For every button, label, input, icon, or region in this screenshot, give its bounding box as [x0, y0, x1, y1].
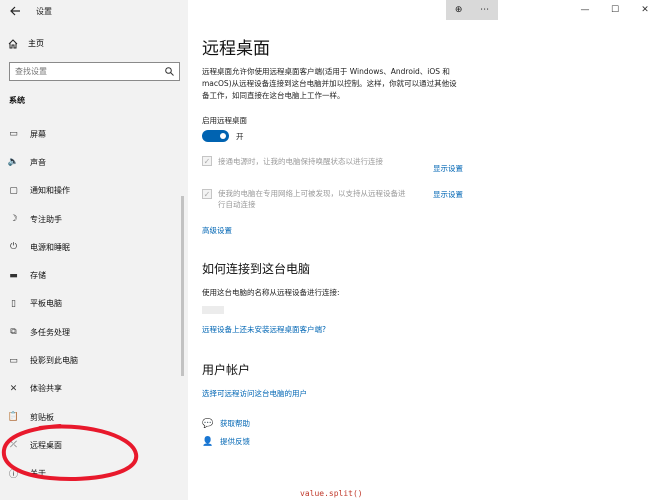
monitor-icon: ▭ [9, 129, 18, 140]
search-box[interactable] [9, 62, 180, 81]
section-title: 系统 [9, 96, 25, 105]
feedback-link[interactable]: 提供反馈 [220, 436, 250, 447]
keep-awake-label: 接通电源时，让我的电脑保持唤醒状态以进行连接 [218, 157, 383, 166]
sidebar-item-multitasking[interactable]: ⧉ 多任务处理 [0, 318, 188, 346]
toggle-state-label: 开 [236, 132, 244, 141]
select-users-link[interactable]: 选择可远程访问这台电脑的用户 [202, 388, 307, 399]
sidebar-item-label: 声音 [30, 157, 46, 167]
sidebar-item-focus-assist[interactable]: ☽ 专注助手 [0, 205, 188, 233]
get-help-row[interactable]: 💬 获取帮助 [202, 418, 250, 429]
home-icon [8, 38, 18, 48]
sidebar-item-label: 关于 [30, 469, 46, 479]
titlebar-left: 设置 [0, 0, 188, 22]
advanced-settings-link[interactable]: 高级设置 [202, 225, 232, 236]
sidebar-item-display[interactable]: ▭ 屏幕 [0, 120, 188, 148]
sidebar-item-label: 投影到此电脑 [30, 356, 78, 366]
sidebar-scrollbar[interactable] [181, 196, 184, 376]
close-button[interactable]: ✕ [630, 0, 660, 20]
minimize-button[interactable]: — [570, 0, 600, 20]
maximize-button[interactable]: ☐ [600, 0, 630, 20]
feedback-row[interactable]: 👤 提供反馈 [202, 436, 250, 447]
keep-awake-checkbox[interactable]: ✓ [202, 156, 212, 166]
page-title: 远程桌面 [202, 39, 270, 59]
pc-name-value [202, 306, 224, 314]
sidebar-item-label: 存储 [30, 271, 46, 281]
sidebar-item-sound[interactable]: 🔈 声音 [0, 148, 188, 176]
multitask-icon: ⧉ [10, 327, 17, 338]
sidebar-item-label: 剪贴板 [30, 412, 54, 422]
remote-desktop-toggle[interactable] [202, 130, 229, 142]
discoverable-checkbox[interactable]: ✓ [202, 189, 212, 199]
clipboard-icon: 📋 [7, 412, 20, 423]
chat-help-icon: 💬 [202, 418, 214, 429]
projector-icon: ▭ [9, 355, 18, 366]
app-title: 设置 [36, 6, 52, 16]
background-code-fragment: value.split() [300, 489, 363, 498]
sidebar-item-about[interactable]: ⓘ 关于 [0, 460, 188, 488]
power-icon: ⏻ [9, 242, 18, 253]
sidebar-item-label: 体验共享 [30, 384, 62, 394]
sidebar-item-shared-experiences[interactable]: ✕ 体验共享 [0, 375, 188, 403]
zoom-toolbar: ⊕ ⋯ [446, 0, 498, 20]
storage-icon: ▬ [9, 270, 18, 281]
sidebar-item-label: 电源和睡眠 [30, 242, 70, 252]
back-arrow-icon[interactable] [8, 4, 22, 18]
sidebar-item-label: 平板电脑 [30, 299, 62, 309]
search-icon[interactable] [165, 67, 174, 76]
sidebar-item-power[interactable]: ⏻ 电源和睡眠 [0, 233, 188, 261]
remote-desktop-icon: ⤫ [9, 440, 18, 451]
sidebar-item-clipboard[interactable]: 📋 剪贴板 [0, 403, 188, 431]
share-icon: ✕ [9, 383, 18, 394]
sidebar-item-home-label: 主页 [28, 39, 44, 48]
sidebar: 设置 主页 系统 ▭ 屏幕 🔈 声音 ▢ 通知和操作 ☽ 专注助手 ⏻ 电源和睡眠 ▬ 存储… [0, 0, 188, 500]
main-panel: ⊕ ⋯ — ☐ ✕ 远程桌面 远程桌面允许你使用远程桌面客户端(适用于 Wind… [188, 0, 660, 500]
zoom-icon[interactable]: ⊕ [455, 5, 463, 15]
sidebar-nav: ▭ 屏幕 🔈 声音 ▢ 通知和操作 ☽ 专注助手 ⏻ 电源和睡眠 ▬ 存储 ▯ 平板电脑 ⧉ 多… [0, 120, 188, 488]
sidebar-item-tablet[interactable]: ▯ 平板电脑 [0, 290, 188, 318]
discoverable-label-line2: 行自动连接 [218, 200, 256, 209]
tablet-icon: ▯ [11, 298, 16, 309]
sidebar-item-label: 专注助手 [30, 214, 62, 224]
sidebar-item-label: 通知和操作 [30, 186, 70, 196]
sidebar-item-label: 远程桌面 [30, 440, 62, 450]
sidebar-item-projecting[interactable]: ▭ 投影到此电脑 [0, 346, 188, 374]
sidebar-item-label: 多任务处理 [30, 327, 70, 337]
discoverable-label-line1: 使我的电脑在专用网络上可被发现，以支持从远程设备进 [218, 189, 406, 198]
search-input[interactable] [15, 67, 165, 76]
connect-heading: 如何连接到这台电脑 [202, 262, 311, 276]
sidebar-item-notifications[interactable]: ▢ 通知和操作 [0, 177, 188, 205]
connect-description: 使用这台电脑的名称从远程设备进行连接: [202, 288, 340, 297]
feedback-icon: 👤 [202, 436, 214, 447]
no-client-link[interactable]: 远程设备上还未安装远程桌面客户端? [202, 324, 326, 335]
speaker-icon: 🔈 [7, 157, 20, 168]
sidebar-item-home[interactable]: 主页 [8, 38, 44, 49]
sidebar-item-label: 屏幕 [30, 129, 46, 139]
enable-label: 启用远程桌面 [202, 116, 247, 125]
sidebar-item-remote-desktop[interactable]: ⤫ 远程桌面 [0, 431, 188, 459]
more-icon[interactable]: ⋯ [480, 5, 489, 15]
sidebar-item-storage[interactable]: ▬ 存储 [0, 261, 188, 289]
info-icon: ⓘ [8, 470, 18, 481]
show-settings-link-1[interactable]: 显示设置 [433, 163, 463, 174]
accounts-heading: 用户帐户 [202, 363, 251, 377]
window-controls: — ☐ ✕ [570, 0, 660, 20]
page-description: 远程桌面允许你使用远程桌面客户端(适用于 Windows、Android、iOS… [202, 67, 457, 100]
moon-icon: ☽ [9, 214, 18, 225]
show-settings-link-2[interactable]: 显示设置 [433, 189, 463, 200]
notification-icon: ▢ [9, 185, 18, 196]
get-help-link[interactable]: 获取帮助 [220, 418, 250, 429]
